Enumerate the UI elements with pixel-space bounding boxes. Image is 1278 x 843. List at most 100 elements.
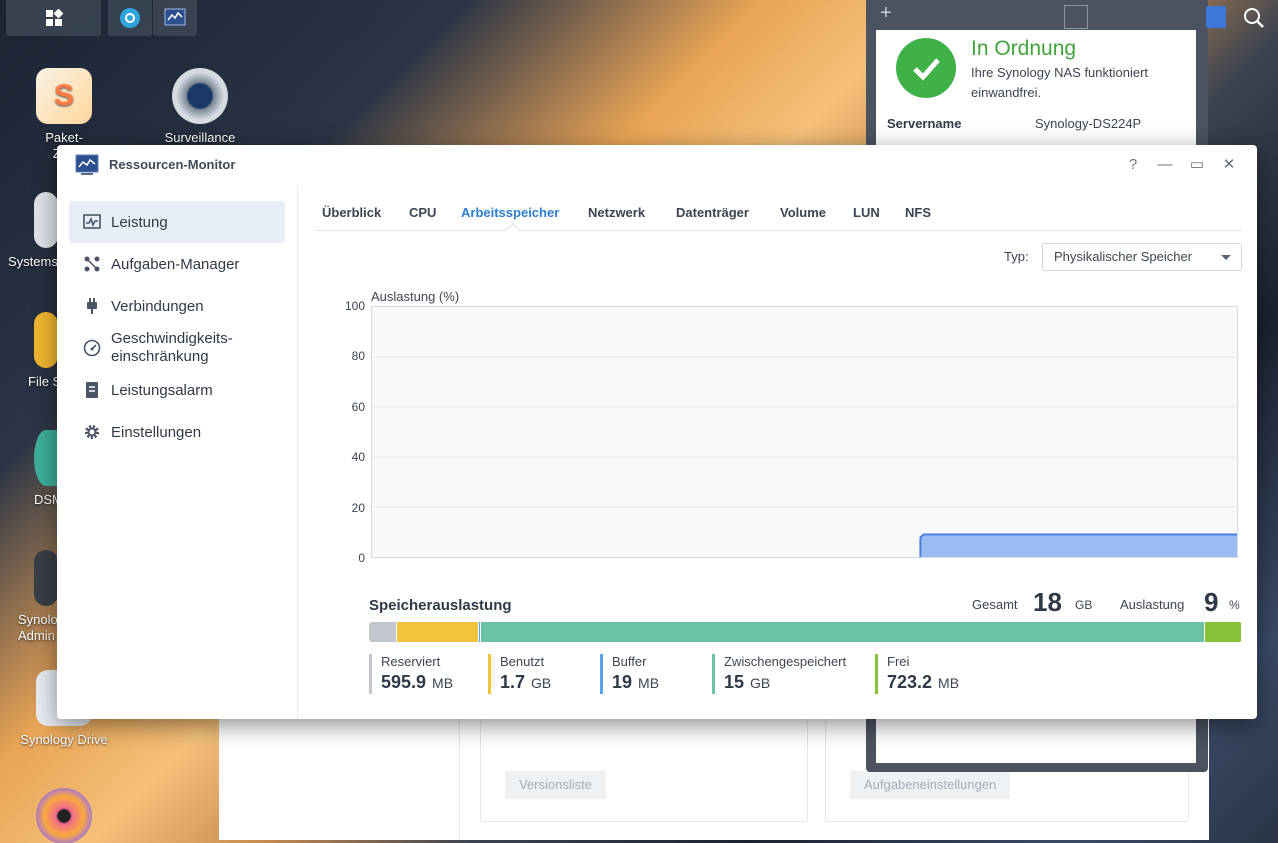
- main-content: Überblick CPU Arbeitsspeicher Netzwerk D…: [298, 185, 1257, 719]
- memory-usage-area: [920, 534, 1237, 557]
- window-title: Ressourcen-Monitor: [109, 157, 236, 172]
- sidebar-item-label: Leistung: [111, 213, 168, 231]
- legend-value: 1.7 GB: [500, 672, 552, 692]
- resource-monitor-icon: [75, 154, 99, 175]
- total-value: 18: [1033, 587, 1062, 617]
- monitor-app-icon: [164, 8, 186, 26]
- health-status-title: In Ordnung: [971, 37, 1077, 60]
- legend-free: Frei 723.2 MB: [875, 654, 959, 694]
- legend-label: Reserviert: [381, 654, 441, 669]
- legend-label: Zwischengespeichert: [724, 654, 847, 669]
- usage-label: Auslastung: [1120, 597, 1185, 612]
- sidebar-item-label: Aufgaben-Manager: [111, 255, 240, 273]
- total-label: Gesamt: [972, 597, 1018, 612]
- desktop-icon-label: Synology Drive: [20, 732, 108, 747]
- check-icon: [896, 38, 956, 98]
- y-tick-label: 20: [351, 500, 365, 515]
- legend-label: Benutzt: [500, 654, 545, 669]
- system-icon: [34, 192, 58, 248]
- minimize-button[interactable]: —: [1155, 155, 1175, 175]
- search-icon[interactable]: [1242, 6, 1266, 30]
- y-tick-label: 60: [351, 399, 365, 414]
- y-tick-label: 0: [358, 551, 365, 565]
- backup-app-icon: [120, 8, 140, 28]
- legend-used: Benutzt 1.7 GB: [488, 654, 551, 694]
- plug-icon: [87, 298, 97, 314]
- speed-icon: [83, 339, 101, 357]
- type-select-value: Physikalischer Speicher: [1054, 249, 1193, 264]
- version-list-button[interactable]: Versionsliste: [505, 771, 606, 799]
- type-select[interactable]: Physikalischer Speicher: [1042, 243, 1242, 271]
- taskbar-app-resource-monitor[interactable]: [153, 0, 197, 36]
- y-tick-label: 40: [351, 450, 365, 465]
- server-name-value: Synology-DS224P: [1035, 116, 1142, 131]
- legend-buffer: Buffer 19 MB: [600, 654, 659, 694]
- legend-label: Frei: [887, 654, 910, 669]
- sidebar-item-task-manager[interactable]: Aufgaben-Manager: [69, 243, 285, 285]
- legend-cached: Zwischengespeichert 15 GB: [712, 654, 846, 694]
- maximize-button[interactable]: ▭: [1187, 155, 1207, 175]
- desktop-icon-photos[interactable]: [9, 788, 119, 843]
- dsm-icon: [34, 430, 58, 486]
- camera-icon: [172, 68, 228, 124]
- usage-value: 9: [1204, 587, 1219, 617]
- usage-unit: %: [1229, 598, 1240, 612]
- chart-title: Auslastung (%): [371, 289, 460, 304]
- sidebar-item-label: Geschwindigkeits- einschränkung: [111, 330, 233, 365]
- memory-bar-segment: [480, 622, 1206, 642]
- folder-icon: [34, 312, 58, 368]
- memory-bar-segment: [1205, 622, 1242, 642]
- sidebar-item-settings[interactable]: Einstellungen: [69, 411, 285, 453]
- package-center-icon: S: [36, 68, 92, 124]
- grid-icon: [45, 9, 63, 26]
- photos-icon: [36, 788, 92, 843]
- tab-disk[interactable]: Datenträger: [676, 205, 749, 220]
- memory-bar-segment: [396, 622, 479, 642]
- help-button[interactable]: ?: [1123, 155, 1143, 175]
- memory-usage-bar: [369, 622, 1242, 642]
- tab-volume[interactable]: Volume: [780, 205, 826, 220]
- alarm-icon: [86, 382, 98, 398]
- taskbar-app-backup[interactable]: [108, 0, 152, 36]
- server-name-label: Servername: [887, 116, 962, 131]
- memory-usage-title: Speicherauslastung: [369, 597, 512, 614]
- main-menu-button[interactable]: [6, 0, 101, 36]
- tab-network[interactable]: Netzwerk: [588, 205, 645, 220]
- sidebar-item-alarm[interactable]: Leistungsalarm: [69, 369, 285, 411]
- type-label: Typ:: [1004, 249, 1029, 264]
- total-unit: GB: [1075, 598, 1093, 612]
- tab-overview[interactable]: Überblick: [322, 205, 381, 220]
- tab-bar: Überblick CPU Arbeitsspeicher Netzwerk D…: [314, 185, 1242, 238]
- sidebar-item-performance[interactable]: Leistung: [69, 201, 285, 243]
- sidebar-item-speed-limit[interactable]: Geschwindigkeits- einschränkung: [69, 327, 285, 369]
- legend-value: 595.9 MB: [381, 672, 454, 692]
- memory-bar-segment: [369, 622, 397, 642]
- gear-icon: [85, 425, 99, 439]
- legend-value: 723.2 MB: [887, 672, 960, 692]
- memory-usage-chart: [371, 306, 1238, 558]
- close-button[interactable]: ✕: [1219, 155, 1239, 175]
- health-status-text: Ihre Synology NAS funktioniert einwandfr…: [971, 65, 1149, 100]
- server-icon: [34, 550, 58, 606]
- widgets-icon[interactable]: [1206, 6, 1226, 28]
- window-titlebar[interactable]: Ressourcen-Monitor ? — ▭ ✕: [57, 145, 1257, 185]
- resource-monitor-window: Ressourcen-Monitor ? — ▭ ✕ Leistung Aufg…: [57, 145, 1257, 719]
- tab-nfs[interactable]: NFS: [905, 205, 931, 220]
- add-icon[interactable]: +: [880, 2, 892, 25]
- task-settings-button[interactable]: Aufgabeneinstellungen: [850, 771, 1011, 799]
- upload-icon[interactable]: [1064, 5, 1088, 29]
- legend-label: Buffer: [612, 654, 647, 669]
- task-icon: [84, 256, 100, 272]
- sidebar-item-label: Leistungsalarm: [111, 381, 213, 399]
- legend-value: 19 MB: [612, 672, 660, 692]
- sidebar-item-label: Verbindungen: [111, 297, 204, 315]
- y-tick-label: 80: [351, 349, 365, 364]
- performance-icon: [83, 214, 101, 229]
- sidebar-item-connections[interactable]: Verbindungen: [69, 285, 285, 327]
- tab-memory[interactable]: Arbeitsspeicher: [461, 205, 559, 220]
- chevron-down-icon: [1221, 255, 1231, 260]
- tab-cpu[interactable]: CPU: [409, 205, 436, 220]
- tab-lun[interactable]: LUN: [853, 205, 880, 220]
- sidebar: Leistung Aufgaben-Manager Verbindungen G…: [57, 185, 298, 719]
- legend-value: 15 GB: [724, 672, 771, 692]
